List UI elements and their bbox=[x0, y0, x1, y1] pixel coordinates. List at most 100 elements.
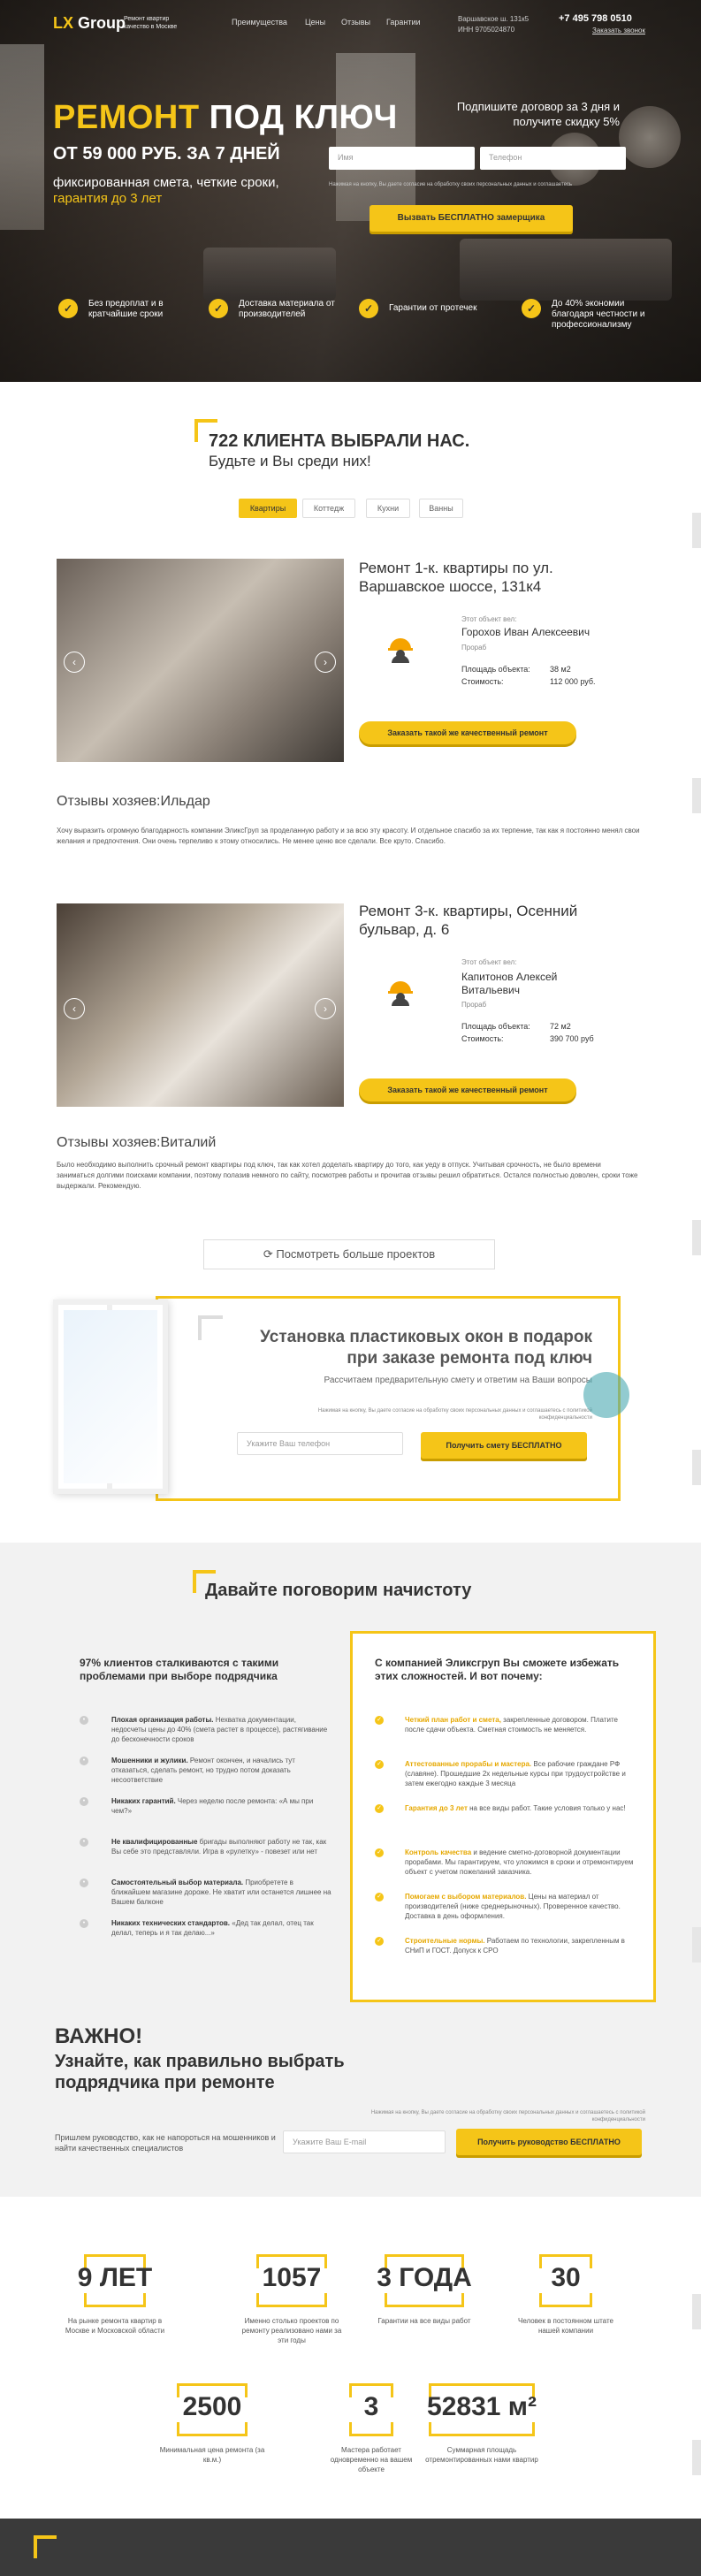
stat-bracket bbox=[84, 2293, 146, 2307]
guide-text: Пришлем руководство, как не напороться н… bbox=[55, 2133, 276, 2153]
feature-text: Доставка материала от производителей bbox=[239, 299, 335, 319]
clients-subtitle: Будьте и Вы среди них! bbox=[209, 453, 371, 469]
review-text: Было необходимо выполнить срочный ремонт… bbox=[57, 1161, 638, 1190]
logo[interactable]: LX Group bbox=[53, 14, 126, 33]
address: Варшавское ш. 131к5 ИНН 9705024870 bbox=[458, 15, 530, 34]
project-title: Ремонт 1-к. квартиры по ул. Варшавское ш… bbox=[359, 560, 553, 595]
check-icon: ✓ bbox=[375, 1760, 384, 1769]
foreman-label: Этот объект вел: bbox=[461, 615, 517, 623]
stat-number: 1057 bbox=[262, 2263, 322, 2292]
hero-title: РЕМОНТ ПОД КЛЮЧ bbox=[53, 99, 398, 136]
check-icon: ✓ bbox=[209, 299, 228, 318]
stat-caption: Мастера работает одновременно на вашем о… bbox=[330, 2446, 413, 2473]
problem-item: Никаких технических стандартов. «Дед так… bbox=[111, 1919, 314, 1937]
more-projects-button[interactable]: ⟳ Посмотреть больше проектов bbox=[203, 1239, 495, 1269]
side-scroll-handle[interactable] bbox=[692, 778, 701, 813]
check-icon: ✓ bbox=[375, 1848, 384, 1857]
stat-number: 52831 м² bbox=[427, 2392, 537, 2421]
problem-item: Самостоятельный выбор материала. Приобре… bbox=[111, 1879, 331, 1906]
phone-number[interactable]: +7 495 798 0510 bbox=[559, 13, 632, 24]
name-input[interactable]: Имя bbox=[329, 147, 475, 170]
bullet-icon: • bbox=[80, 1919, 88, 1928]
review-title: Отзывы хозяев:Ильдар bbox=[57, 794, 210, 809]
cost-label: Стоимость: bbox=[461, 1034, 504, 1043]
get-guide-button[interactable]: Получить руководство БЕСПЛАТНО bbox=[456, 2129, 642, 2155]
stat-caption: Человек в постоянном штате нашей компани… bbox=[518, 2317, 613, 2335]
problems-title: 97% клиентов сталкиваются с такими пробл… bbox=[80, 1657, 279, 1682]
next-arrow-icon[interactable]: › bbox=[315, 652, 336, 673]
foreman-role: Прораб bbox=[461, 644, 487, 652]
foreman-role: Прораб bbox=[461, 1001, 487, 1009]
get-estimate-button[interactable]: Получить смету БЕСПЛАТНО bbox=[421, 1432, 587, 1459]
talk-title: Давайте поговорим начистоту bbox=[205, 1581, 472, 1600]
phone-widget-icon[interactable] bbox=[583, 1372, 629, 1418]
review-text: Хочу выразить огромную благодарность ком… bbox=[57, 827, 640, 845]
tab-kitchens[interactable]: Кухни bbox=[366, 499, 410, 518]
problem-item: Никаких гарантий. Через неделю после рем… bbox=[111, 1797, 314, 1815]
project-photo bbox=[57, 903, 344, 1107]
foreman-name: Капитонов Алексей Витальевич bbox=[461, 971, 558, 996]
area-value: 72 м2 bbox=[550, 1022, 571, 1031]
logo-tagline: Ремонт квартир качество в Москве bbox=[124, 16, 178, 30]
legal-note: Нажимая на кнопку, Вы даете согласие на … bbox=[317, 1408, 592, 1421]
problem-item: Не квалифицированные бригады выполняют р… bbox=[111, 1838, 327, 1856]
side-scroll-handle[interactable] bbox=[692, 1927, 701, 1962]
hero-offer: Подпишите договор за 3 дня и получите ск… bbox=[456, 100, 620, 128]
solution-item: Гарантия до 3 лет на все виды работ. Так… bbox=[405, 1804, 626, 1812]
solution-item: Четкий план работ и смета, закрепленные … bbox=[405, 1716, 618, 1734]
order-repair-button[interactable]: Заказать такой же качественный ремонт bbox=[359, 721, 576, 744]
nav-reviews[interactable]: Отзывы bbox=[341, 18, 370, 27]
solution-item: Контроль качества и ведение сметно-догов… bbox=[405, 1848, 634, 1876]
problem-item: Мошенники и жулики. Ремонт окончен, и на… bbox=[111, 1757, 295, 1784]
check-icon: ✓ bbox=[375, 1716, 384, 1725]
bullet-icon: • bbox=[80, 1879, 88, 1887]
prev-arrow-icon[interactable]: ‹ bbox=[64, 652, 85, 673]
stat-caption: Минимальная цена ремонта (за кв.м.) bbox=[159, 2446, 265, 2464]
stat-bracket bbox=[539, 2293, 592, 2307]
area-label: Площадь объекта: bbox=[461, 1022, 530, 1031]
solution-item: Аттестованные прорабы и мастера. Все раб… bbox=[405, 1760, 626, 1787]
next-arrow-icon[interactable]: › bbox=[315, 998, 336, 1019]
plastic-window-image bbox=[53, 1299, 168, 1494]
nav-prices[interactable]: Цены bbox=[305, 18, 325, 27]
important-title: ВАЖНО! bbox=[55, 2024, 143, 2048]
hero-price: ОТ 59 000 РУБ. ЗА 7 ДНЕЙ bbox=[53, 144, 280, 164]
side-scroll-handle[interactable] bbox=[692, 1220, 701, 1255]
tab-baths[interactable]: Ванны bbox=[419, 499, 463, 518]
side-scroll-handle[interactable] bbox=[692, 513, 701, 548]
stat-number: 2500 bbox=[182, 2392, 242, 2421]
bullet-icon: • bbox=[80, 1838, 88, 1847]
nav-advantages[interactable]: Преимущества bbox=[232, 18, 287, 27]
call-surveyor-button[interactable]: Вызвать БЕСПЛАТНО замерщика bbox=[370, 205, 573, 232]
tab-cottage[interactable]: Коттедж bbox=[302, 499, 355, 518]
windows-subtitle: Рассчитаем предварительную смету и ответ… bbox=[324, 1376, 592, 1385]
phone-input[interactable]: Телефон bbox=[480, 147, 626, 170]
cost-value: 112 000 руб. bbox=[550, 677, 596, 686]
foreman-label: Этот объект вел: bbox=[461, 958, 517, 966]
callback-link[interactable]: Заказать звонок bbox=[592, 27, 645, 34]
email-input[interactable]: Укажите Ваш E-mail bbox=[283, 2130, 446, 2153]
stat-number: 9 ЛЕТ bbox=[77, 2263, 153, 2292]
bullet-icon: • bbox=[80, 1757, 88, 1765]
side-scroll-handle[interactable] bbox=[692, 1450, 701, 1485]
project-title: Ремонт 3-к. квартиры, Осенний бульвар, д… bbox=[359, 903, 578, 938]
footer bbox=[0, 2519, 701, 2576]
stat-caption: Суммарная площадь отремонтированных нами… bbox=[425, 2446, 538, 2464]
check-icon: ✓ bbox=[375, 1804, 384, 1813]
problem-item: Плохая организация работы. Нехватка доку… bbox=[111, 1716, 328, 1743]
review-title: Отзывы хозяев:Виталий bbox=[57, 1135, 217, 1150]
side-scroll-handle[interactable] bbox=[692, 2294, 701, 2329]
check-icon: ✓ bbox=[375, 1893, 384, 1902]
order-repair-button[interactable]: Заказать такой же качественный ремонт bbox=[359, 1078, 576, 1101]
feature-text: Без предоплат и в кратчайшие сроки bbox=[88, 299, 164, 319]
windows-phone-input[interactable]: Укажите Ваш телефон bbox=[237, 1432, 403, 1455]
side-scroll-handle[interactable] bbox=[692, 2440, 701, 2475]
nav-guarantees[interactable]: Гарантии bbox=[386, 18, 421, 27]
cost-value: 390 700 руб bbox=[550, 1034, 594, 1043]
check-icon: ✓ bbox=[359, 299, 378, 318]
bullet-icon: • bbox=[80, 1797, 88, 1806]
check-icon: ✓ bbox=[522, 299, 541, 318]
prev-arrow-icon[interactable]: ‹ bbox=[64, 998, 85, 1019]
tab-apartments[interactable]: Квартиры bbox=[239, 499, 297, 518]
hero-description: фиксированная смета, четкие сроки, гарант… bbox=[53, 175, 279, 206]
